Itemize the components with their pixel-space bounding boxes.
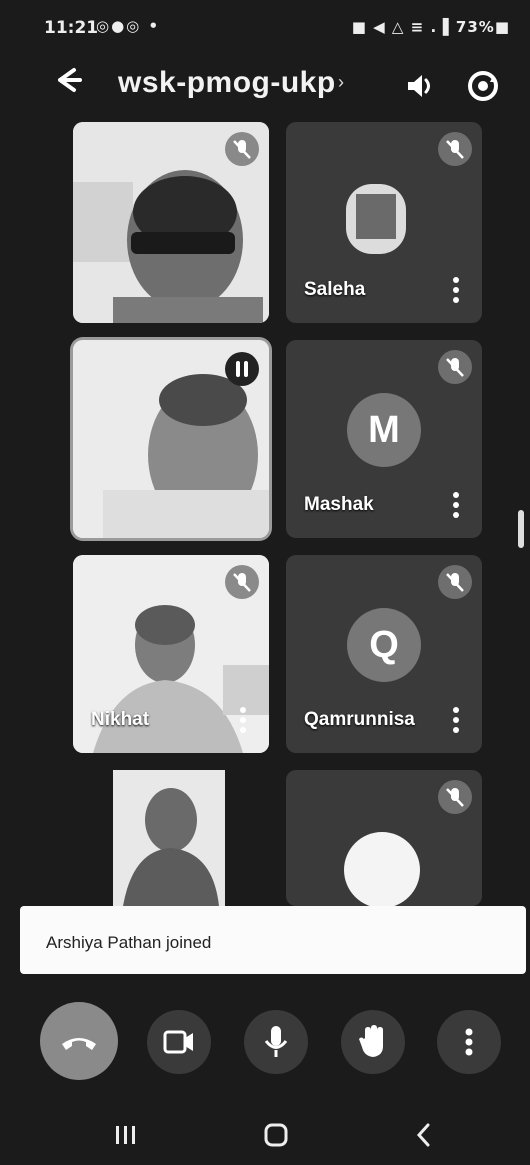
back-arrow-icon[interactable] bbox=[48, 60, 88, 100]
participant-avatar: M bbox=[347, 393, 421, 467]
participant-tile[interactable]: Q Qamrunnisa bbox=[286, 555, 482, 753]
more-vert-icon[interactable] bbox=[233, 703, 253, 737]
participant-avatar: Q bbox=[347, 608, 421, 682]
recent-apps-icon[interactable] bbox=[104, 1118, 148, 1152]
participant-tile[interactable] bbox=[73, 340, 269, 538]
system-status-icons: ■ ◀ △ ≡ .▐ 73%■ bbox=[351, 18, 510, 36]
scrollbar-thumb[interactable] bbox=[518, 510, 524, 548]
notification-icons: ◎●◎ • bbox=[96, 17, 161, 35]
join-notification-toast: Arshiya Pathan joined bbox=[20, 906, 526, 974]
participant-tile[interactable]: Nikhat bbox=[73, 555, 269, 753]
system-navigation-bar bbox=[0, 1104, 530, 1164]
mic-off-icon bbox=[438, 350, 472, 384]
switch-camera-icon[interactable] bbox=[463, 66, 503, 106]
meeting-header: wsk-pmog-ukp › bbox=[0, 52, 530, 116]
status-time: 11:21 bbox=[44, 18, 99, 38]
call-controls bbox=[0, 1000, 530, 1080]
more-vert-icon[interactable] bbox=[446, 488, 466, 522]
status-bar: 11:21 ◎●◎ • ■ ◀ △ ≡ .▐ 73%■ bbox=[0, 0, 530, 52]
participant-name: Mashak bbox=[304, 494, 374, 515]
more-vert-icon[interactable] bbox=[446, 273, 466, 307]
mic-off-icon bbox=[438, 780, 472, 814]
mic-off-icon bbox=[438, 132, 472, 166]
mic-off-icon bbox=[438, 565, 472, 599]
meeting-info-chevron-icon[interactable]: › bbox=[338, 72, 344, 93]
microphone-button[interactable] bbox=[244, 1010, 308, 1074]
participant-name: Saleha bbox=[304, 279, 366, 300]
raise-hand-button[interactable] bbox=[341, 1010, 405, 1074]
end-call-button[interactable] bbox=[40, 1002, 118, 1080]
more-options-button[interactable] bbox=[437, 1010, 501, 1074]
scrollbar[interactable] bbox=[518, 510, 524, 630]
toast-message: Arshiya Pathan joined bbox=[46, 933, 212, 952]
participant-tile[interactable] bbox=[73, 122, 269, 323]
participant-tile[interactable]: Saleha bbox=[286, 122, 482, 323]
speaker-icon[interactable] bbox=[400, 66, 440, 106]
audio-level-icon bbox=[225, 352, 259, 386]
meeting-code[interactable]: wsk-pmog-ukp bbox=[118, 66, 336, 100]
back-icon[interactable] bbox=[402, 1118, 446, 1152]
participant-name: Nikhat bbox=[91, 709, 150, 730]
home-icon[interactable] bbox=[254, 1118, 298, 1152]
mic-off-icon bbox=[225, 132, 259, 166]
camera-button[interactable] bbox=[147, 1010, 211, 1074]
participant-tile[interactable]: M Mashak bbox=[286, 340, 482, 538]
mic-off-icon bbox=[225, 565, 259, 599]
participant-thumbnail bbox=[346, 184, 406, 254]
participant-tile[interactable] bbox=[286, 770, 482, 906]
more-vert-icon[interactable] bbox=[446, 703, 466, 737]
loading-spinner bbox=[344, 832, 420, 906]
participant-name: Qamrunnisa bbox=[304, 709, 415, 730]
participant-video bbox=[113, 770, 225, 906]
participant-tile[interactable] bbox=[73, 770, 269, 906]
